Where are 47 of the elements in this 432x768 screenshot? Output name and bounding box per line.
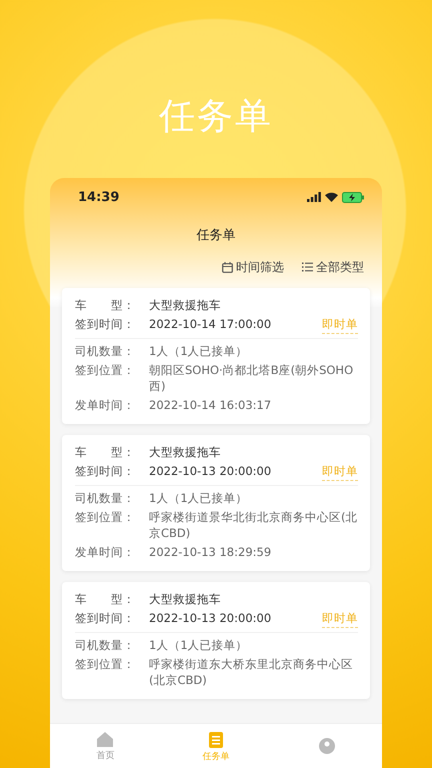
order-type-tag: 即时单 <box>322 610 358 628</box>
field-value: 1人（1人已接单） <box>149 637 249 653</box>
screen-title: 任务单 <box>196 227 236 244</box>
list-icon <box>302 262 313 272</box>
field-label: 签到时间： <box>75 316 136 333</box>
order-card[interactable]: 车 型： 大型救援拖车 签到时间： 2022-10-14 17:00:00 即时单 司机数量： 1人（1人已接单） 签到位置： 朝阳区SOHO·尚都北塔B座(朝外SOHO西) 发单时间： 2022-10-14 16:03:17 <box>62 288 370 424</box>
signal-icon <box>307 192 321 202</box>
field-value: 2022-10-13 18:29:59 <box>149 544 272 560</box>
field-value: 大型救援拖车 <box>149 591 222 607</box>
field-label: 司机数量： <box>75 490 136 506</box>
clipboard-icon <box>208 730 224 748</box>
field-value: 1人（1人已接单） <box>149 490 249 506</box>
filter-button[interactable]: 时间筛选 <box>222 258 284 276</box>
field-label: 司机数量： <box>75 637 136 653</box>
field-label: 司机数量： <box>75 343 136 359</box>
status-time: 14:39 <box>78 190 120 204</box>
calendar-icon <box>222 262 233 272</box>
filter-button[interactable]: 全部类型 <box>302 258 364 276</box>
field-label: 签到位置： <box>75 509 136 526</box>
field-label: 签到位置： <box>75 656 136 673</box>
field-label: 签到时间： <box>75 463 136 480</box>
battery-icon <box>342 192 364 202</box>
field-label: 发单时间： <box>75 544 136 560</box>
field-value: 1人（1人已接单） <box>149 343 249 359</box>
order-card[interactable]: 车 型： 大型救援拖车 签到时间： 2022-10-13 20:00:00 即时单 司机数量： 1人（1人已接单） 签到位置： 呼家楼街道东大桥东里北京商务中心区(北京CBD) <box>62 582 370 699</box>
field-value: 2022-10-14 17:00:00 <box>149 316 272 333</box>
field-value: 大型救援拖车 <box>149 444 222 460</box>
field-label: 签到时间： <box>75 610 136 627</box>
page-headline: 任务单 <box>159 95 273 139</box>
field-label: 签到位置： <box>75 362 136 379</box>
field-label: 车 型： <box>75 297 136 313</box>
field-value: 2022-10-13 20:00:00 <box>149 610 272 627</box>
field-value: 大型救援拖车 <box>149 297 222 313</box>
field-value: 呼家楼街道景华北街北京商务中心区(北京CBD) <box>149 509 358 541</box>
field-value: 2022-10-14 16:03:17 <box>149 397 272 413</box>
field-label: 车 型： <box>75 444 136 460</box>
user-icon <box>318 737 336 755</box>
field-label: 发单时间： <box>75 397 136 413</box>
order-type-tag: 即时单 <box>322 316 358 334</box>
order-card[interactable]: 车 型： 大型救援拖车 签到时间： 2022-10-13 20:00:00 即时单 司机数量： 1人（1人已接单） 签到位置： 呼家楼街道景华北街北京商务中心区(北京CBD) 发单时间： 2022-10-13 18:29:59 <box>62 435 370 571</box>
field-value: 朝阳区SOHO·尚都北塔B座(朝外SOHO西) <box>149 362 354 394</box>
home-icon <box>96 730 114 746</box>
order-type-tag: 即时单 <box>322 463 358 481</box>
field-value: 2022-10-13 20:00:00 <box>149 463 272 480</box>
field-value: 呼家楼街道东大桥东里北京商务中心区(北京CBD) <box>149 656 354 688</box>
field-label: 车 型： <box>75 591 136 607</box>
wifi-icon <box>325 192 338 202</box>
